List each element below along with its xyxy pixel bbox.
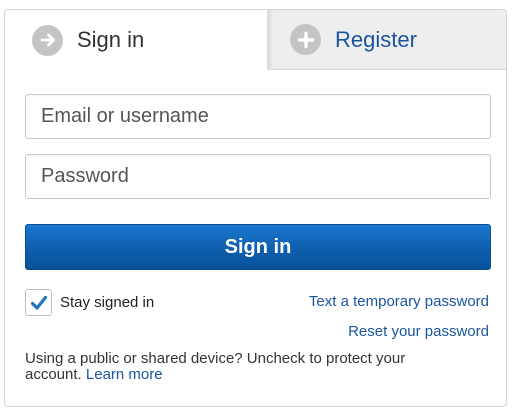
stay-signed-in-label: Stay signed in [60,294,155,311]
shared-device-notice-text: Using a public or shared device? Uncheck… [25,350,406,383]
text-temporary-password-link[interactable]: Text a temporary password [309,293,489,310]
checkmark-icon [30,295,47,310]
reset-password-link[interactable]: Reset your password [348,323,489,340]
password-input[interactable] [25,154,491,199]
stay-signed-in-checkbox[interactable] [25,289,52,316]
stay-signed-in-option[interactable]: Stay signed in [25,289,154,316]
plus-icon [290,24,321,55]
arrow-right-icon [32,24,63,56]
tab-register-label: Register [335,26,417,52]
shared-device-notice: Using a public or shared device? Uncheck… [25,351,445,383]
tab-sign-in[interactable]: Sign in [5,10,273,70]
learn-more-link[interactable]: Learn more [86,366,163,383]
tab-sign-in-label: Sign in [77,27,145,52]
sign-in-panel: Sign in Register Sign in Stay signed in … [4,9,507,407]
tab-register[interactable]: Register [273,10,506,70]
tab-bar: Sign in Register [5,10,506,70]
email-username-input[interactable] [25,94,491,139]
sign-in-button[interactable]: Sign in [25,224,491,270]
